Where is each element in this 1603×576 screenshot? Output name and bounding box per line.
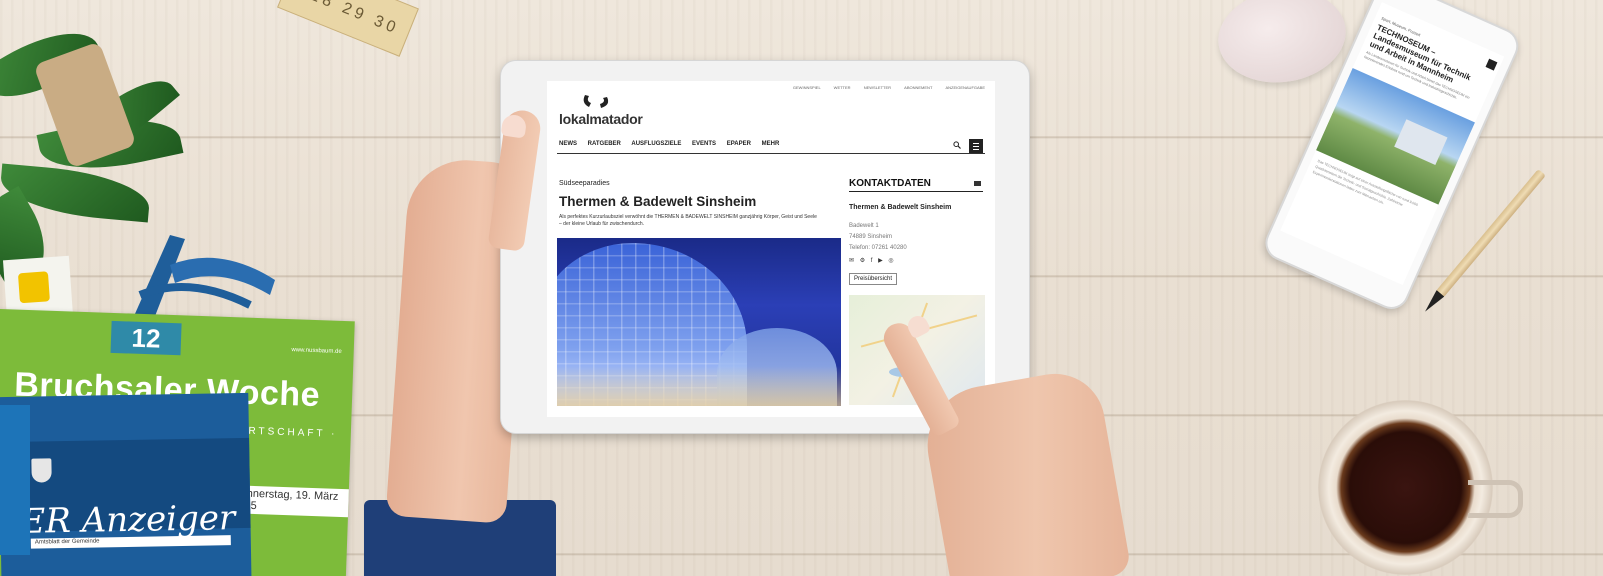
- price-overview-button[interactable]: Preisübersicht: [849, 273, 898, 285]
- contact-street: Badewelt 1: [849, 223, 879, 229]
- contact-phone[interactable]: Telefon: 07261 40280: [849, 243, 907, 254]
- article-kicker: Südseeparadies: [559, 180, 610, 187]
- contact-address: Badewelt 1 74889 Sinsheim Telefon: 07261…: [849, 221, 907, 254]
- contact-heading: KONTAKTDATEN: [849, 178, 931, 189]
- menu-button[interactable]: [969, 139, 983, 153]
- logo-icon: [583, 95, 609, 108]
- topnav-gewinnspiel[interactable]: GEWINNSPIEL: [793, 85, 821, 90]
- coat-of-arms-icon: [31, 458, 52, 483]
- mail-icon[interactable]: [974, 181, 981, 186]
- main-navigation: NEWS RATGEBER AUSFLUGSZIELE EVENTS EPAPE…: [559, 141, 788, 147]
- article-headline[interactable]: Thermen & Badewelt Sinsheim: [559, 194, 756, 209]
- article-hero-image[interactable]: [557, 238, 841, 406]
- tablet: GEWINNSPIEL WETTER NEWSLETTER ABONNEMENT…: [500, 60, 1030, 434]
- nav-news[interactable]: NEWS: [559, 141, 577, 147]
- article-teaser: Als perfektes Kurzurlaubsziel verwöhnt d…: [559, 214, 817, 227]
- right-hand: [918, 365, 1132, 576]
- site-logo[interactable]: lokalmatador: [559, 111, 643, 127]
- nav-ausflugsziele[interactable]: AUSFLUGSZIELE: [631, 141, 681, 147]
- nav-events[interactable]: EVENTS: [692, 141, 716, 147]
- top-navigation: GEWINNSPIEL WETTER NEWSLETTER ABONNEMENT…: [781, 85, 985, 90]
- topnav-newsletter[interactable]: NEWSLETTER: [864, 85, 891, 90]
- search-icon[interactable]: [953, 141, 961, 149]
- tea-cup: [1318, 400, 1523, 576]
- phone-menu-button[interactable]: [1485, 58, 1498, 71]
- newspaper-url: www.nussbaum.de: [291, 347, 342, 355]
- newspaper-strip-text: Amtsblatt der Gemeinde: [34, 538, 100, 546]
- magazine-edge: [0, 405, 30, 555]
- social-icons[interactable]: ✉ ⚙ f ▶ ◎: [849, 257, 896, 264]
- issue-number: 12: [110, 320, 182, 356]
- topnav-wetter[interactable]: WETTER: [834, 85, 851, 90]
- wooden-ruler: 28 29 30: [277, 0, 419, 57]
- nav-epaper[interactable]: EPAPER: [727, 141, 751, 147]
- nav-ratgeber[interactable]: RATGEBER: [588, 141, 621, 147]
- ruler-numbers: 28 29 30: [307, 0, 402, 38]
- desk-scene: 28 29 30 12 www.nussbaum.de Bruchsaler W…: [0, 0, 1603, 576]
- topnav-abonnement[interactable]: ABONNEMENT: [904, 85, 932, 90]
- newspaper-anzeiger: ER Anzeiger Amtsblatt der Gemeinde: [0, 392, 252, 576]
- nav-mehr[interactable]: MEHR: [762, 141, 780, 147]
- contact-name: Thermen & Badewelt Sinsheim: [849, 204, 952, 211]
- newspaper-strip: Amtsblatt der Gemeinde: [30, 535, 231, 549]
- topnav-anzeigenaufgabe[interactable]: ANZEIGENAUFGABE: [945, 85, 985, 90]
- contact-divider: [849, 191, 983, 192]
- contact-city: 74889 Sinsheim: [849, 234, 893, 240]
- nav-divider: [557, 153, 985, 154]
